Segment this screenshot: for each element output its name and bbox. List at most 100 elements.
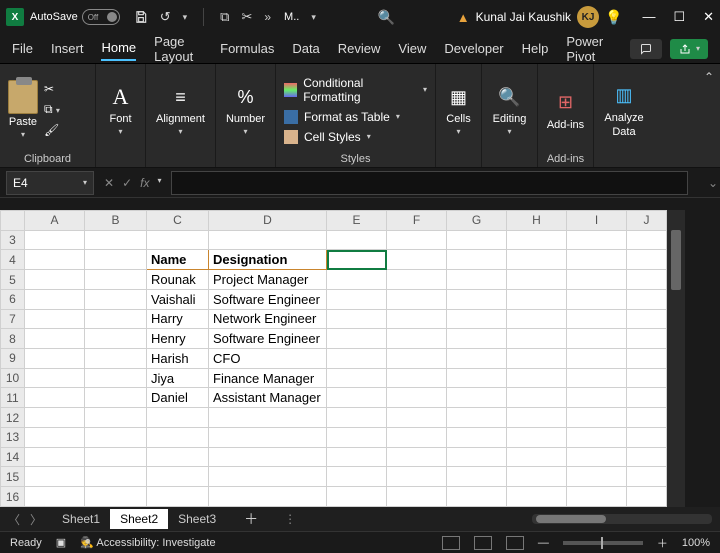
cell-G16[interactable] (447, 487, 507, 507)
cell-D12[interactable] (209, 408, 327, 428)
cell-G5[interactable] (447, 270, 507, 290)
close-icon[interactable]: ✕ (703, 9, 714, 25)
sheet-tab-sheet3[interactable]: Sheet3 (168, 509, 226, 529)
column-header-E[interactable]: E (327, 211, 387, 231)
cell-H7[interactable] (507, 309, 567, 329)
cell-styles-button[interactable]: Cell Styles ▾ (284, 130, 427, 144)
minimize-icon[interactable]: — (642, 9, 655, 25)
cell-A12[interactable] (25, 408, 85, 428)
cell-I16[interactable] (567, 487, 627, 507)
cell-B16[interactable] (85, 487, 147, 507)
row-header-3[interactable]: 3 (1, 230, 25, 250)
cell-B10[interactable] (85, 368, 147, 388)
sheet-tabs-menu[interactable]: ⋮ (284, 512, 296, 526)
tab-home[interactable]: Home (101, 36, 136, 61)
cell-A5[interactable] (25, 270, 85, 290)
row-header-5[interactable]: 5 (1, 270, 25, 290)
tab-view[interactable]: View (398, 37, 426, 60)
cell-C16[interactable] (147, 487, 209, 507)
copy-icon[interactable]: ⧉ (220, 9, 229, 25)
zoom-slider[interactable] (563, 541, 643, 545)
zoom-out-button[interactable]: — (538, 537, 549, 549)
row-header-16[interactable]: 16 (1, 487, 25, 507)
cell-J5[interactable] (627, 270, 667, 290)
cell-I5[interactable] (567, 270, 627, 290)
warning-icon[interactable]: ▲ (457, 10, 470, 25)
cell-E9[interactable] (327, 349, 387, 369)
cell-A9[interactable] (25, 349, 85, 369)
cell-I14[interactable] (567, 447, 627, 467)
cell-G14[interactable] (447, 447, 507, 467)
cell-H5[interactable] (507, 270, 567, 290)
cell-B14[interactable] (85, 447, 147, 467)
cell-J16[interactable] (627, 487, 667, 507)
page-layout-view-button[interactable] (474, 536, 492, 550)
expand-formula-bar-icon[interactable]: ⌄ (706, 176, 720, 190)
cell-H16[interactable] (507, 487, 567, 507)
column-header-C[interactable]: C (147, 211, 209, 231)
conditional-formatting-button[interactable]: Conditional Formatting ▾ (284, 76, 427, 104)
cell-D5[interactable]: Project Manager (209, 270, 327, 290)
cell-H15[interactable] (507, 467, 567, 487)
cell-C3[interactable] (147, 230, 209, 250)
cell-J3[interactable] (627, 230, 667, 250)
cell-A14[interactable] (25, 447, 85, 467)
row-header-12[interactable]: 12 (1, 408, 25, 428)
cell-B13[interactable] (85, 427, 147, 447)
row-header-10[interactable]: 10 (1, 368, 25, 388)
sheet-tab-sheet2[interactable]: Sheet2 (110, 509, 168, 529)
font-button[interactable]: A Font ▾ (107, 83, 135, 136)
cell-C6[interactable]: Vaishali (147, 289, 209, 309)
cell-E4[interactable] (327, 250, 387, 270)
editing-button[interactable]: 🔍 Editing ▾ (493, 83, 527, 136)
cell-H8[interactable] (507, 329, 567, 349)
cell-I11[interactable] (567, 388, 627, 408)
sheet-nav-prev[interactable]: 〈 (8, 511, 20, 528)
column-header-G[interactable]: G (447, 211, 507, 231)
column-header-I[interactable]: I (567, 211, 627, 231)
cell-B15[interactable] (85, 467, 147, 487)
cell-D11[interactable]: Assistant Manager (209, 388, 327, 408)
cell-A13[interactable] (25, 427, 85, 447)
cell-C5[interactable]: Rounak (147, 270, 209, 290)
cell-J6[interactable] (627, 289, 667, 309)
worksheet-grid[interactable]: ABCDEFGHIJ34NameDesignation5RounakProjec… (0, 210, 667, 507)
paste-button[interactable]: Paste ▾ (8, 80, 38, 139)
tab-data[interactable]: Data (292, 37, 319, 60)
cell-A10[interactable] (25, 368, 85, 388)
cell-G12[interactable] (447, 408, 507, 428)
cell-D4[interactable]: Designation (209, 250, 327, 270)
accessibility-status[interactable]: 🕵 Accessibility: Investigate (80, 536, 215, 549)
cell-J11[interactable] (627, 388, 667, 408)
copy-button[interactable]: ⧉ ▾ (44, 102, 60, 117)
cell-E8[interactable] (327, 329, 387, 349)
cell-C12[interactable] (147, 408, 209, 428)
cell-C13[interactable] (147, 427, 209, 447)
cell-I8[interactable] (567, 329, 627, 349)
tab-power-pivot[interactable]: Power Pivot (566, 30, 612, 68)
cell-E10[interactable] (327, 368, 387, 388)
save-icon[interactable] (134, 10, 148, 24)
cell-C9[interactable]: Harish (147, 349, 209, 369)
cell-J7[interactable] (627, 309, 667, 329)
cell-E6[interactable] (327, 289, 387, 309)
zoom-level[interactable]: 100% (682, 537, 710, 549)
cell-D8[interactable]: Software Engineer (209, 329, 327, 349)
cell-F11[interactable] (387, 388, 447, 408)
cell-C8[interactable]: Henry (147, 329, 209, 349)
cell-E12[interactable] (327, 408, 387, 428)
mode-indicator[interactable]: M.. (284, 11, 299, 23)
autosave-toggle[interactable]: AutoSave Off (30, 9, 120, 25)
vertical-scrollbar[interactable] (667, 210, 685, 507)
cell-F14[interactable] (387, 447, 447, 467)
cell-H3[interactable] (507, 230, 567, 250)
autosave-switch[interactable]: Off (82, 9, 120, 25)
cell-B6[interactable] (85, 289, 147, 309)
account-button[interactable]: Kunal Jai Kaushik KJ (476, 6, 599, 28)
undo-menu-caret[interactable]: ▾ (183, 12, 188, 23)
cell-E7[interactable] (327, 309, 387, 329)
maximize-icon[interactable]: ☐ (673, 9, 685, 25)
comments-button[interactable] (630, 39, 662, 59)
cell-H9[interactable] (507, 349, 567, 369)
tab-formulas[interactable]: Formulas (220, 37, 274, 60)
